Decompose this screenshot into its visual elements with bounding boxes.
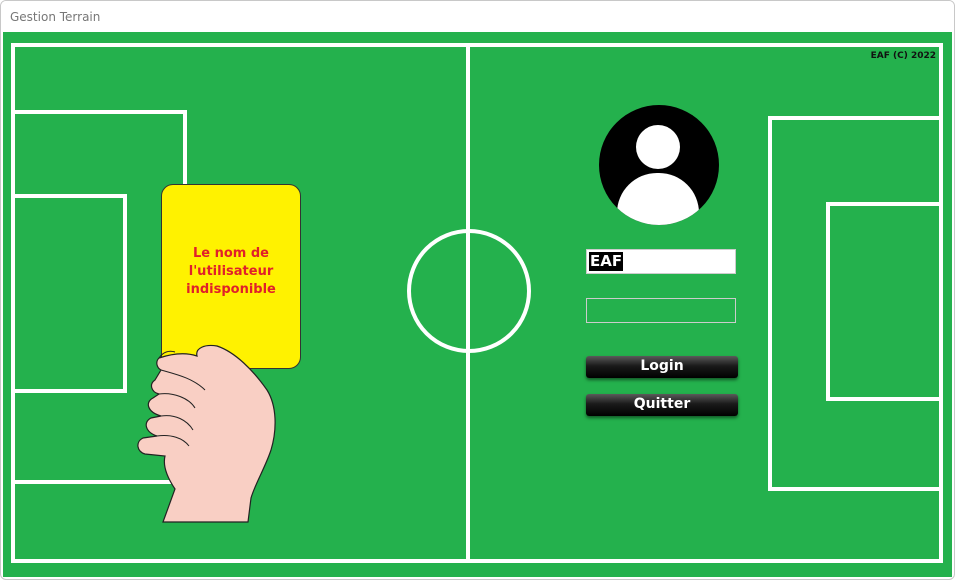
right-penalty-box xyxy=(768,116,941,491)
password-field[interactable] xyxy=(586,298,736,323)
card-message-line-1: Le nom de xyxy=(192,246,269,261)
avatar-body xyxy=(617,173,699,225)
login-button[interactable]: Login xyxy=(586,356,738,378)
card-message-line-2: l'utilisateur xyxy=(188,264,274,279)
right-goal-box xyxy=(826,202,941,401)
title-bar: Gestion Terrain xyxy=(1,1,954,32)
card-message-line-3: indisponible xyxy=(186,282,276,297)
card-message: Le nom de l'utilisateur indisponible xyxy=(162,245,300,299)
hand-icon xyxy=(137,344,276,523)
username-value: EAF xyxy=(589,252,624,271)
left-goal-box xyxy=(13,194,127,393)
copyright-text: EAF (C) 2022 xyxy=(870,51,936,61)
quit-button[interactable]: Quitter xyxy=(586,394,738,416)
app-window: Gestion Terrain EAF (C) 2022 Le nom de l… xyxy=(0,0,955,580)
football-field: EAF (C) 2022 Le nom de l'utilisateur ind… xyxy=(3,32,952,577)
user-avatar-icon xyxy=(599,105,719,225)
username-field[interactable]: EAF xyxy=(586,249,736,274)
avatar-head xyxy=(636,125,680,169)
window-title: Gestion Terrain xyxy=(10,10,101,24)
